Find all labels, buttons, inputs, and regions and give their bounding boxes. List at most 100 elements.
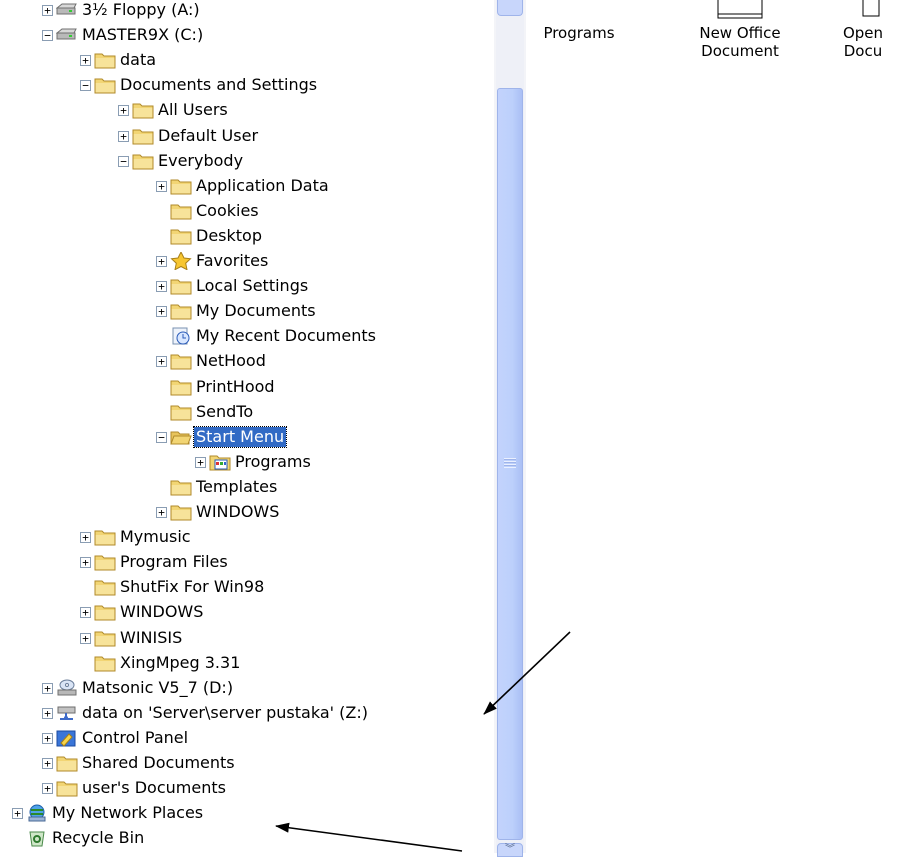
tree-item-label[interactable]: data bbox=[118, 50, 158, 70]
tree-item[interactable]: + Control Panel bbox=[0, 726, 494, 751]
tree-item-label[interactable]: Programs bbox=[233, 452, 313, 472]
tree-item-label[interactable]: Shared Documents bbox=[80, 753, 237, 773]
tree-item-label[interactable]: All Users bbox=[156, 100, 230, 120]
tree-item[interactable]: + NetHood bbox=[0, 349, 494, 374]
tree-item[interactable]: − Start Menu bbox=[0, 425, 494, 450]
tree-item-label[interactable]: XingMpeg 3.31 bbox=[118, 653, 242, 673]
collapse-minus-icon[interactable]: − bbox=[80, 80, 91, 91]
tree-item[interactable]: + Local Settings bbox=[0, 274, 494, 299]
file-item[interactable]: Open Docu bbox=[818, 0, 908, 70]
tree-item-label[interactable]: Desktop bbox=[194, 226, 264, 246]
tree-item[interactable]: + Mymusic bbox=[0, 525, 494, 550]
tree-item-label[interactable]: SendTo bbox=[194, 402, 255, 422]
tree-item-label[interactable]: data on 'Server\server pustaka' (Z:) bbox=[80, 703, 370, 723]
tree-item-label[interactable]: 3½ Floppy (A:) bbox=[80, 0, 202, 20]
tree-item[interactable]: SendTo bbox=[0, 400, 494, 425]
tree-item[interactable]: + Programs bbox=[0, 450, 494, 475]
expand-plus-icon[interactable]: + bbox=[42, 708, 53, 719]
tree-item[interactable]: + My Documents bbox=[0, 299, 494, 324]
tree-item[interactable]: XingMpeg 3.31 bbox=[0, 651, 494, 676]
file-item[interactable]: Programs bbox=[540, 0, 618, 70]
tree-item-label[interactable]: Control Panel bbox=[80, 728, 190, 748]
collapse-minus-icon[interactable]: − bbox=[42, 30, 53, 41]
expand-plus-icon[interactable]: + bbox=[42, 758, 53, 769]
tree-item-label[interactable]: Default User bbox=[156, 126, 260, 146]
tree-item-label[interactable]: user's Documents bbox=[80, 778, 228, 798]
tree-item[interactable]: + My Network Places bbox=[0, 801, 494, 826]
tree-item-label[interactable]: WINISIS bbox=[118, 628, 184, 648]
tree-item[interactable]: + WINISIS bbox=[0, 626, 494, 651]
tree-item-label[interactable]: Matsonic V5_7 (D:) bbox=[80, 678, 235, 698]
tree-item[interactable]: + data bbox=[0, 48, 494, 73]
expand-plus-icon[interactable]: + bbox=[195, 457, 206, 468]
tree-item-label[interactable]: Application Data bbox=[194, 176, 331, 196]
expand-plus-icon[interactable]: + bbox=[42, 783, 53, 794]
tree-vertical-scrollbar[interactable]: ︾ bbox=[494, 0, 526, 857]
tree-item-label[interactable]: WINDOWS bbox=[118, 602, 205, 622]
tree-item[interactable]: + Matsonic V5_7 (D:) bbox=[0, 676, 494, 701]
tree-item[interactable]: − Everybody bbox=[0, 149, 494, 174]
tree-item-label[interactable]: Documents and Settings bbox=[118, 75, 319, 95]
tree-item-label[interactable]: Everybody bbox=[156, 151, 245, 171]
expand-plus-icon[interactable]: + bbox=[156, 356, 167, 367]
tree-item[interactable]: + WINDOWS bbox=[0, 600, 494, 625]
expand-plus-icon[interactable]: + bbox=[156, 256, 167, 267]
tree-item-label[interactable]: My Network Places bbox=[50, 803, 205, 823]
tree-item-label[interactable]: NetHood bbox=[194, 351, 268, 371]
expand-plus-icon[interactable]: + bbox=[80, 607, 91, 618]
tree-item-label[interactable]: Favorites bbox=[194, 251, 270, 271]
expand-plus-icon[interactable]: + bbox=[42, 733, 53, 744]
scroll-down-button[interactable]: ︾ bbox=[497, 843, 523, 857]
tree-item-label[interactable]: Start Menu bbox=[192, 426, 288, 448]
tree-item[interactable]: + data on 'Server\server pustaka' (Z:) bbox=[0, 701, 494, 726]
tree-item[interactable]: Templates bbox=[0, 475, 494, 500]
tree-item[interactable]: PrintHood bbox=[0, 375, 494, 400]
tree-item-label[interactable]: MASTER9X (C:) bbox=[80, 25, 205, 45]
tree-item[interactable]: ShutFix For Win98 bbox=[0, 575, 494, 600]
tree-item[interactable]: Desktop bbox=[0, 224, 494, 249]
tree-item[interactable]: + Program Files bbox=[0, 550, 494, 575]
expand-plus-icon[interactable]: + bbox=[118, 105, 129, 116]
tree-item-label[interactable]: Local Settings bbox=[194, 276, 310, 296]
expand-plus-icon[interactable]: + bbox=[118, 131, 129, 142]
expand-plus-icon[interactable]: + bbox=[80, 55, 91, 66]
tree-item-label[interactable]: Cookies bbox=[194, 201, 261, 221]
expand-plus-icon[interactable]: + bbox=[80, 557, 91, 568]
tree-item-label[interactable]: My Documents bbox=[194, 301, 318, 321]
scroll-up-button[interactable] bbox=[497, 0, 523, 16]
tree-item[interactable]: + user's Documents bbox=[0, 776, 494, 801]
tree-item[interactable]: + Shared Documents bbox=[0, 751, 494, 776]
tree-item[interactable]: − MASTER9X (C:) bbox=[0, 23, 494, 48]
file-item[interactable]: New Office Document bbox=[680, 0, 800, 70]
expand-plus-icon[interactable]: + bbox=[156, 507, 167, 518]
tree-item[interactable]: + WINDOWS bbox=[0, 500, 494, 525]
tree-item[interactable]: + All Users bbox=[0, 98, 494, 123]
tree-item-label[interactable]: ShutFix For Win98 bbox=[118, 577, 266, 597]
tree-item-label[interactable]: Mymusic bbox=[118, 527, 193, 547]
tree-item[interactable]: +3½ Floppy (A:) bbox=[0, 0, 494, 23]
recycle-bin-icon bbox=[26, 829, 48, 847]
tree-item-label[interactable]: PrintHood bbox=[194, 377, 277, 397]
expand-plus-icon[interactable]: + bbox=[156, 306, 167, 317]
expand-plus-icon[interactable]: + bbox=[80, 633, 91, 644]
tree-item-label[interactable]: Program Files bbox=[118, 552, 230, 572]
expand-plus-icon[interactable]: + bbox=[80, 532, 91, 543]
tree-item-label[interactable]: Recycle Bin bbox=[50, 828, 146, 848]
collapse-minus-icon[interactable]: − bbox=[156, 432, 167, 443]
expand-plus-icon[interactable]: + bbox=[42, 683, 53, 694]
tree-item[interactable]: + Favorites bbox=[0, 249, 494, 274]
tree-item[interactable]: My Recent Documents bbox=[0, 324, 494, 349]
tree-item-label[interactable]: My Recent Documents bbox=[194, 326, 378, 346]
expand-plus-icon[interactable]: + bbox=[156, 181, 167, 192]
expand-plus-icon[interactable]: + bbox=[156, 281, 167, 292]
tree-item-label[interactable]: WINDOWS bbox=[194, 502, 281, 522]
tree-item-label[interactable]: Templates bbox=[194, 477, 279, 497]
collapse-minus-icon[interactable]: − bbox=[118, 156, 129, 167]
tree-item[interactable]: + Application Data bbox=[0, 174, 494, 199]
tree-item[interactable]: − Documents and Settings bbox=[0, 73, 494, 98]
expand-plus-icon[interactable]: + bbox=[42, 5, 53, 16]
tree-item[interactable]: + Default User bbox=[0, 124, 494, 149]
tree-item[interactable]: Cookies bbox=[0, 199, 494, 224]
tree-item[interactable]: Recycle Bin bbox=[0, 826, 494, 851]
expand-plus-icon[interactable]: + bbox=[12, 808, 23, 819]
